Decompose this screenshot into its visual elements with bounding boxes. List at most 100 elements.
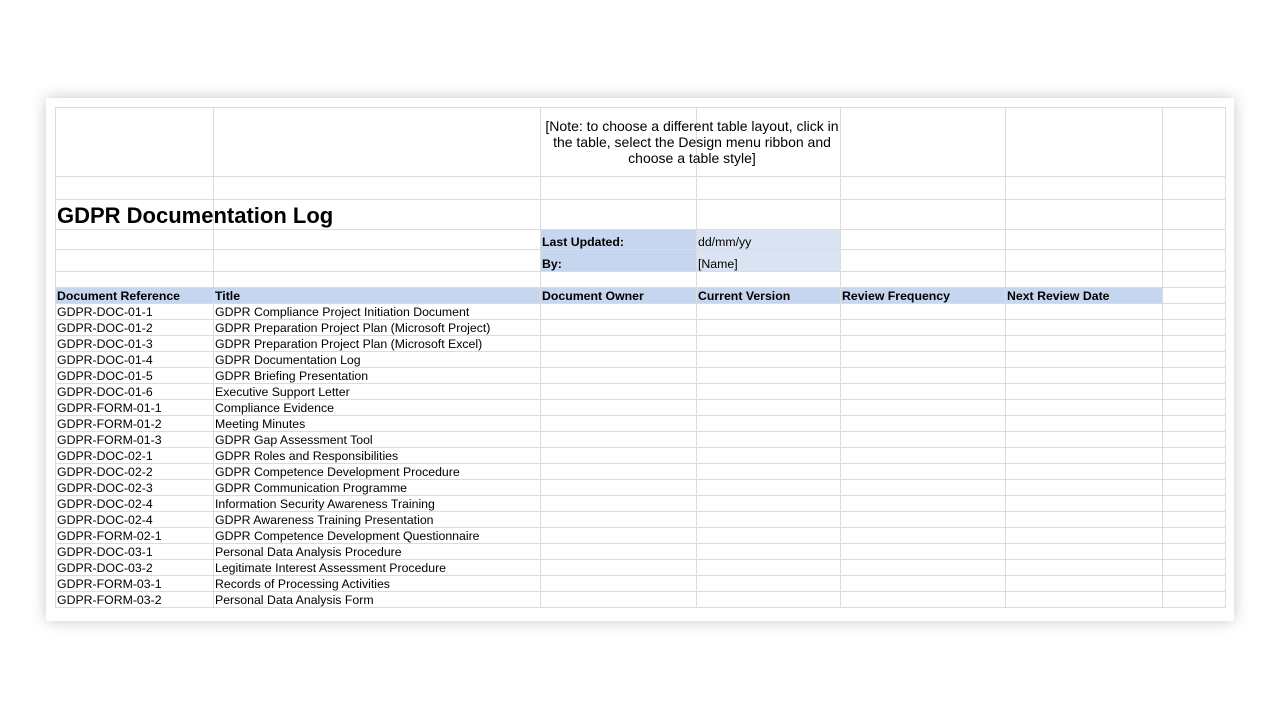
empty-cell[interactable]: [540, 591, 697, 608]
empty-cell[interactable]: [1162, 303, 1226, 320]
empty-cell[interactable]: [1005, 399, 1163, 416]
empty-cell[interactable]: [840, 447, 1006, 464]
document-reference-cell[interactable]: GDPR-DOC-01-2: [55, 319, 214, 336]
empty-cell[interactable]: [696, 543, 841, 560]
empty-cell[interactable]: [696, 479, 841, 496]
empty-cell[interactable]: [1005, 527, 1163, 544]
empty-cell[interactable]: [696, 495, 841, 512]
document-title-cell[interactable]: Meeting Minutes: [213, 415, 541, 432]
empty-cell[interactable]: [540, 495, 697, 512]
empty-cell[interactable]: [696, 527, 841, 544]
column-header[interactable]: Current Version: [696, 287, 841, 304]
empty-cell[interactable]: [696, 463, 841, 480]
empty-cell[interactable]: [1162, 399, 1226, 416]
document-title-cell[interactable]: GDPR Preparation Project Plan (Microsoft…: [213, 335, 541, 352]
document-reference-cell[interactable]: GDPR-DOC-01-6: [55, 383, 214, 400]
empty-cell[interactable]: [696, 335, 841, 352]
empty-cell[interactable]: [1005, 335, 1163, 352]
empty-cell[interactable]: [696, 591, 841, 608]
empty-cell[interactable]: [696, 319, 841, 336]
empty-cell[interactable]: [1005, 511, 1163, 528]
empty-cell[interactable]: [540, 479, 697, 496]
empty-cell[interactable]: [1005, 367, 1163, 384]
empty-cell[interactable]: [540, 575, 697, 592]
empty-cell[interactable]: [840, 303, 1006, 320]
empty-cell[interactable]: [1005, 543, 1163, 560]
empty-cell[interactable]: [696, 303, 841, 320]
empty-cell[interactable]: [1162, 463, 1226, 480]
document-reference-cell[interactable]: GDPR-DOC-03-1: [55, 543, 214, 560]
empty-cell[interactable]: [540, 415, 697, 432]
empty-cell[interactable]: [1005, 383, 1163, 400]
empty-cell[interactable]: [1162, 447, 1226, 464]
document-reference-cell[interactable]: GDPR-DOC-02-1: [55, 447, 214, 464]
empty-cell[interactable]: [696, 415, 841, 432]
document-reference-cell[interactable]: GDPR-FORM-03-1: [55, 575, 214, 592]
empty-cell[interactable]: [696, 559, 841, 576]
empty-cell[interactable]: [840, 495, 1006, 512]
empty-cell[interactable]: [840, 591, 1006, 608]
empty-cell[interactable]: [696, 351, 841, 368]
empty-cell[interactable]: [840, 399, 1006, 416]
empty-cell[interactable]: [540, 543, 697, 560]
empty-cell[interactable]: [1162, 543, 1226, 560]
empty-cell[interactable]: [840, 479, 1006, 496]
document-title-cell[interactable]: GDPR Preparation Project Plan (Microsoft…: [213, 319, 541, 336]
document-title-cell[interactable]: GDPR Compliance Project Initiation Docum…: [213, 303, 541, 320]
document-reference-cell[interactable]: GDPR-FORM-01-1: [55, 399, 214, 416]
document-title-cell[interactable]: Personal Data Analysis Procedure: [213, 543, 541, 560]
empty-cell[interactable]: [1162, 591, 1226, 608]
empty-cell[interactable]: [1005, 303, 1163, 320]
empty-cell[interactable]: [540, 335, 697, 352]
empty-cell[interactable]: [540, 511, 697, 528]
empty-cell[interactable]: [1162, 479, 1226, 496]
empty-cell[interactable]: [1162, 335, 1226, 352]
empty-cell[interactable]: [1005, 319, 1163, 336]
empty-cell[interactable]: [1162, 415, 1226, 432]
empty-cell[interactable]: [540, 463, 697, 480]
empty-cell[interactable]: [1162, 383, 1226, 400]
empty-cell[interactable]: [696, 447, 841, 464]
empty-cell[interactable]: [1162, 319, 1226, 336]
column-header[interactable]: Document Reference: [55, 287, 214, 304]
column-header[interactable]: Document Owner: [540, 287, 697, 304]
empty-cell[interactable]: [1005, 559, 1163, 576]
empty-cell[interactable]: [540, 559, 697, 576]
empty-cell[interactable]: [696, 511, 841, 528]
empty-cell[interactable]: [540, 367, 697, 384]
empty-cell[interactable]: [840, 367, 1006, 384]
document-reference-cell[interactable]: GDPR-DOC-01-1: [55, 303, 214, 320]
document-reference-cell[interactable]: GDPR-DOC-03-2: [55, 559, 214, 576]
document-reference-cell[interactable]: GDPR-FORM-01-3: [55, 431, 214, 448]
empty-cell[interactable]: [1162, 559, 1226, 576]
column-header[interactable]: Next Review Date: [1005, 287, 1163, 304]
empty-cell[interactable]: [840, 559, 1006, 576]
empty-cell[interactable]: [1005, 447, 1163, 464]
document-title-cell[interactable]: GDPR Gap Assessment Tool: [213, 431, 541, 448]
empty-cell[interactable]: [540, 351, 697, 368]
empty-cell[interactable]: [1005, 479, 1163, 496]
empty-cell[interactable]: [840, 463, 1006, 480]
empty-cell[interactable]: [840, 415, 1006, 432]
document-title-cell[interactable]: GDPR Competence Development Questionnair…: [213, 527, 541, 544]
empty-cell[interactable]: [1162, 575, 1226, 592]
empty-cell[interactable]: [1005, 415, 1163, 432]
document-title-cell[interactable]: Executive Support Letter: [213, 383, 541, 400]
empty-cell[interactable]: [1162, 367, 1226, 384]
document-reference-cell[interactable]: GDPR-DOC-01-3: [55, 335, 214, 352]
empty-cell[interactable]: [540, 447, 697, 464]
document-title-cell[interactable]: GDPR Communication Programme: [213, 479, 541, 496]
empty-cell[interactable]: [540, 383, 697, 400]
empty-cell[interactable]: [696, 431, 841, 448]
document-title-cell[interactable]: GDPR Documentation Log: [213, 351, 541, 368]
document-title-cell[interactable]: Information Security Awareness Training: [213, 495, 541, 512]
empty-cell[interactable]: [840, 431, 1006, 448]
document-title-cell[interactable]: GDPR Competence Development Procedure: [213, 463, 541, 480]
empty-cell[interactable]: [840, 335, 1006, 352]
document-reference-cell[interactable]: GDPR-FORM-02-1: [55, 527, 214, 544]
document-reference-cell[interactable]: GDPR-DOC-02-4: [55, 495, 214, 512]
empty-cell[interactable]: [1005, 351, 1163, 368]
empty-cell[interactable]: [840, 543, 1006, 560]
empty-cell[interactable]: [540, 399, 697, 416]
empty-cell[interactable]: [1162, 351, 1226, 368]
